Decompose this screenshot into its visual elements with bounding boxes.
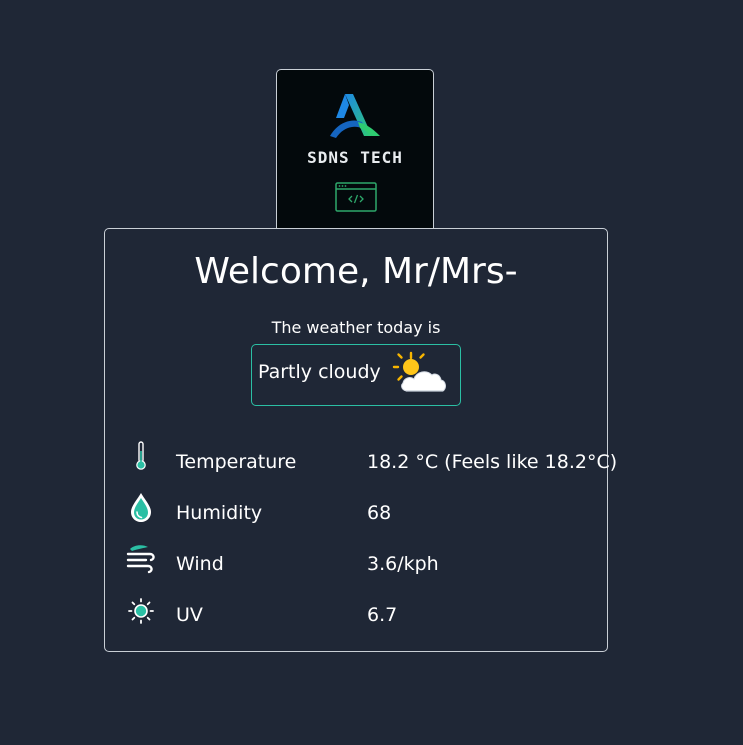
stat-value: 68 xyxy=(367,502,392,524)
weather-condition: Partly cloudy xyxy=(258,361,381,383)
weather-card: Welcome, Mr/Mrs- The weather today is Pa… xyxy=(104,228,617,652)
stat-row-humidity: Humidity 68 xyxy=(105,490,607,541)
triangle-logo-icon xyxy=(330,94,380,138)
partly-cloudy-icon xyxy=(392,351,446,392)
stat-row-wind: Wind 3.6/kph xyxy=(105,541,607,592)
stat-label: Temperature xyxy=(176,451,297,473)
code-window-icon xyxy=(335,182,377,212)
sun-uv-icon xyxy=(128,598,154,624)
brand-name: SDNS TECH xyxy=(307,148,403,167)
wind-icon xyxy=(126,545,155,574)
weather-stats: Temperature 18.2 °C (Feels like 18.2°C) … xyxy=(105,439,617,643)
weather-intro: The weather today is xyxy=(271,318,441,337)
stat-label: UV xyxy=(176,604,203,626)
stat-row-temperature: Temperature 18.2 °C (Feels like 18.2°C) xyxy=(105,439,617,490)
stat-row-uv: UV 6.7 xyxy=(105,592,607,643)
stat-value: 6.7 xyxy=(367,604,398,626)
weather-condition-box: Partly cloudy xyxy=(251,344,461,406)
stat-label: Humidity xyxy=(176,502,263,524)
stat-value: 3.6/kph xyxy=(367,553,439,575)
stat-value: 18.2 °C (Feels like 18.2°C) xyxy=(367,451,618,473)
water-drop-icon xyxy=(131,493,151,522)
page: SDNS TECH Welcome, Mr/Mrs- The weather t… xyxy=(0,0,743,745)
stat-label: Wind xyxy=(176,553,224,575)
thermometer-icon xyxy=(136,441,146,470)
logo-card: SDNS TECH xyxy=(276,69,434,229)
welcome-title: Welcome, Mr/Mrs- xyxy=(194,251,518,292)
